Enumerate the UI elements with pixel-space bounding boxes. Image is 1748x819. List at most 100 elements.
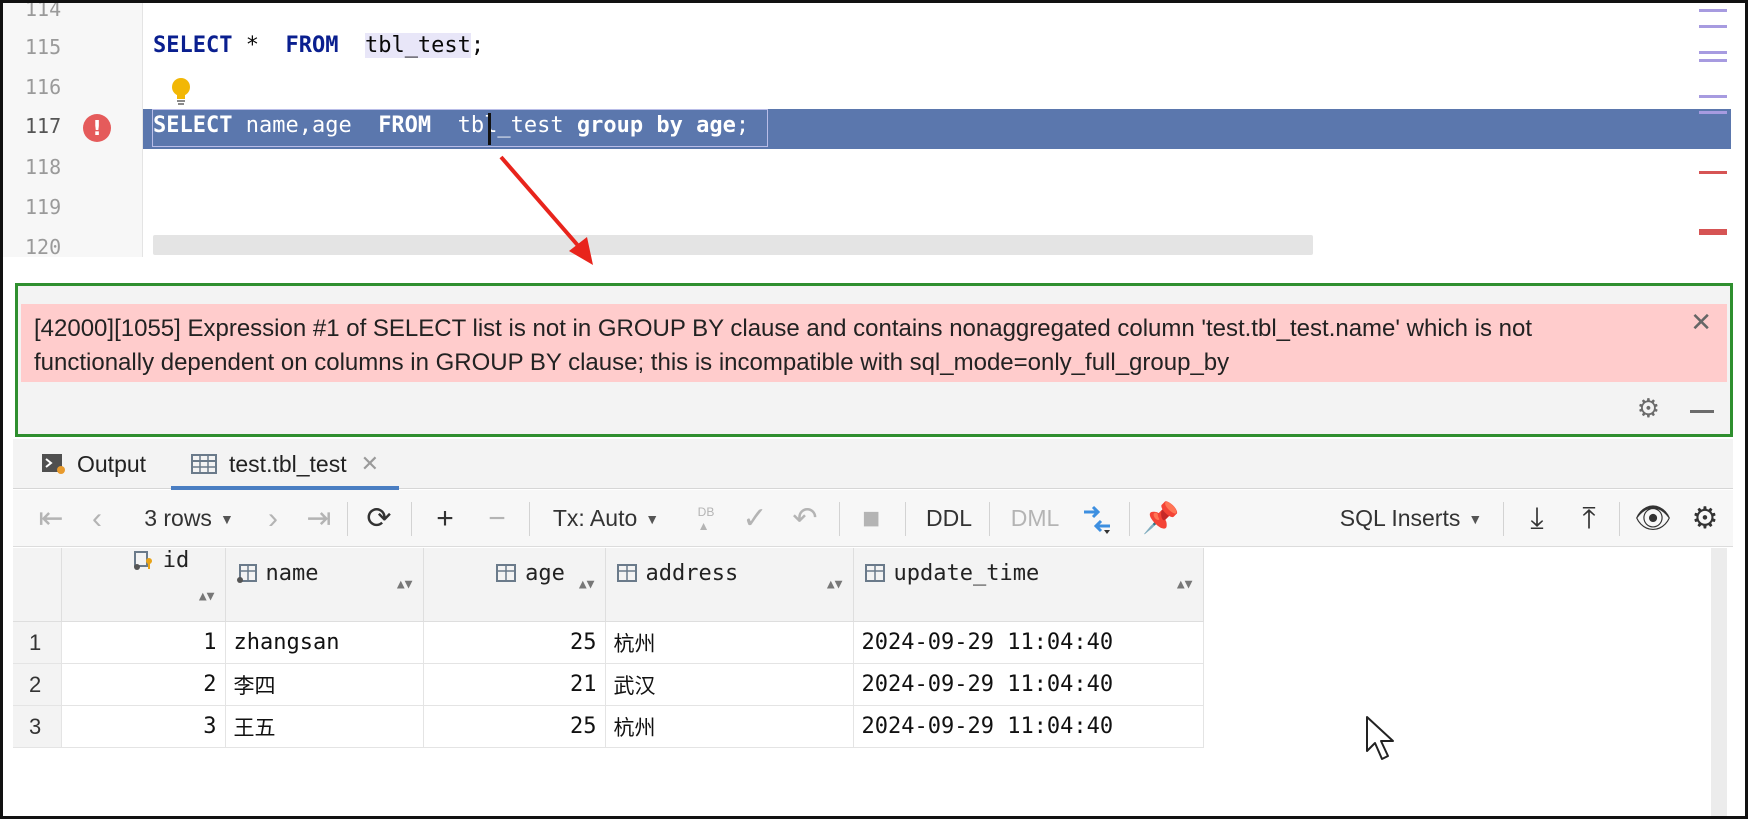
bulb-icon[interactable] — [168, 76, 194, 106]
sql-editor[interactable]: 114 115 116 117 118 119 120 ! SELECT * F… — [3, 3, 1745, 259]
cell-id[interactable]: 2 — [61, 663, 226, 706]
code-text: name,age — [232, 113, 379, 138]
column-name: name — [265, 560, 319, 586]
sql-keyword: FROM — [285, 33, 339, 58]
column-header-update-time[interactable]: update_time ▲▼ — [853, 548, 1204, 622]
sort-icon[interactable]: ▲▼ — [199, 573, 215, 621]
ide-window: 114 115 116 117 118 119 120 ! SELECT * F… — [0, 0, 1748, 819]
first-page-icon[interactable]: ⇤ — [33, 490, 69, 547]
sql-keyword: FROM — [378, 113, 432, 138]
result-tabs: Output test.tbl_test ✕ — [13, 439, 1733, 490]
dml-button[interactable]: DML — [1003, 490, 1067, 547]
sort-icon[interactable]: ▲▼ — [397, 561, 413, 609]
code-line-117[interactable]: SELECT name,age FROM tbl_test group by a… — [153, 113, 749, 138]
result-grid[interactable]: id ▲▼ name ▲▼ age ▲▼ address ▲▼ update_t… — [13, 548, 1715, 816]
cell-age[interactable]: 25 — [423, 621, 606, 664]
table-row[interactable]: 3 3 王五 25 杭州 2024-09-29 11:04:40 — [13, 705, 1204, 748]
column-header-id[interactable]: id ▲▼ — [61, 548, 226, 622]
cell-name[interactable]: zhangsan — [225, 621, 424, 664]
column-name: age — [525, 560, 565, 586]
compare-arrows-icon — [1084, 505, 1110, 534]
cell-update-time[interactable]: 2024-09-29 11:04:40 — [853, 621, 1204, 664]
close-icon[interactable]: ✕ — [1690, 310, 1712, 336]
sort-icon[interactable]: ▲▼ — [579, 561, 595, 609]
cell-name[interactable]: 王五 — [225, 705, 424, 748]
cell-age[interactable]: 25 — [423, 705, 606, 748]
tab-output[interactable]: Output — [41, 439, 146, 489]
line-number: 116 — [25, 75, 62, 99]
cell-id[interactable]: 3 — [61, 705, 226, 748]
close-icon[interactable]: ✕ — [361, 451, 379, 477]
code-text: ; — [735, 113, 750, 138]
row-number: 2 — [13, 663, 62, 706]
sort-icon[interactable]: ▲▼ — [1177, 561, 1193, 609]
sort-icon[interactable]: ▲▼ — [827, 561, 843, 609]
ddl-button[interactable]: DDL — [917, 490, 981, 547]
column-name: update_time — [893, 560, 1040, 586]
error-icon[interactable]: ! — [83, 114, 111, 142]
cell-id[interactable]: 1 — [61, 621, 226, 664]
table-row[interactable]: 2 2 李四 21 武汉 2024-09-29 11:04:40 — [13, 663, 1204, 706]
toolbar-separator — [347, 502, 348, 536]
marker — [1699, 111, 1727, 114]
cell-update-time[interactable]: 2024-09-29 11:04:40 — [853, 663, 1204, 706]
compare-icon[interactable] — [1075, 490, 1119, 547]
horizontal-scrollbar[interactable] — [153, 235, 1313, 255]
row-number-header — [13, 548, 62, 622]
settings-icon[interactable]: ⚙ — [1683, 490, 1727, 547]
cell-address[interactable]: 杭州 — [605, 705, 854, 748]
tab-label: test.tbl_test — [229, 450, 347, 477]
table-row[interactable]: 1 1 zhangsan 25 杭州 2024-09-29 11:04:40 — [13, 621, 1204, 664]
refresh-icon[interactable]: ⟳ — [359, 490, 399, 547]
cell-address[interactable]: 杭州 — [605, 621, 854, 664]
last-page-icon[interactable]: ⇥ — [301, 490, 337, 547]
eye-icon[interactable]: 👁 — [1631, 490, 1675, 547]
add-row-icon[interactable]: + — [425, 490, 465, 547]
marker — [1699, 51, 1727, 54]
cell-address[interactable]: 武汉 — [605, 663, 854, 706]
toolbar-separator — [411, 502, 412, 536]
result-toolbar: ⇤ ‹ 3 rows ▼ › ⇥ ⟳ + − Tx: Auto ▼ DB ▲ ✓ ↶ … — [13, 490, 1733, 547]
next-page-icon[interactable]: › — [255, 490, 291, 547]
cell-name[interactable]: 李四 — [225, 663, 424, 706]
download-icon[interactable]: ⤓ — [1517, 490, 1557, 547]
sql-keyword: SELECT — [153, 113, 233, 138]
row-number: 1 — [13, 621, 62, 664]
table-identifier: tbl_test — [364, 33, 471, 58]
marker — [1699, 95, 1727, 98]
format-dropdown[interactable]: SQL Inserts ▼ — [1331, 490, 1491, 547]
column-header-address[interactable]: address ▲▼ — [605, 548, 854, 622]
commit-icon[interactable]: ✓ — [735, 490, 775, 547]
pin-icon[interactable]: 📌 — [1141, 490, 1181, 547]
marker — [1699, 9, 1727, 12]
code-line-115[interactable]: SELECT * FROM tbl_test; — [153, 33, 484, 58]
scrollbar-markers[interactable] — [1699, 3, 1727, 257]
tx-mode-dropdown[interactable]: Tx: Auto ▼ — [543, 490, 669, 547]
format-label: SQL Inserts — [1339, 505, 1461, 531]
minimize-icon[interactable] — [1690, 410, 1714, 413]
vertical-scrollbar[interactable] — [1711, 548, 1727, 816]
prev-page-icon[interactable]: ‹ — [79, 490, 115, 547]
line-number: 120 — [25, 235, 62, 259]
chevron-down-icon: ▼ — [645, 510, 660, 527]
column-header-age[interactable]: age ▲▼ — [423, 548, 606, 622]
stop-icon[interactable]: ■ — [851, 490, 891, 547]
rows-dropdown[interactable]: 3 rows ▼ — [129, 490, 249, 547]
column-header-name[interactable]: name ▲▼ — [225, 548, 424, 622]
error-text: [42000][1055] Expression #1 of SELECT li… — [34, 315, 1533, 376]
data-table: id ▲▼ name ▲▼ age ▲▼ address ▲▼ update_t… — [13, 548, 1204, 748]
delete-row-icon[interactable]: − — [477, 490, 517, 547]
header-row: id ▲▼ name ▲▼ age ▲▼ address ▲▼ update_t… — [13, 548, 1204, 622]
upload-icon[interactable]: ⤒ — [1569, 490, 1609, 547]
rollback-icon[interactable]: ↶ — [785, 490, 825, 547]
rows-label: 3 rows — [144, 505, 212, 531]
db-submit-icon[interactable]: DB ▲ — [689, 490, 723, 547]
cell-age[interactable]: 21 — [423, 663, 606, 706]
gear-icon[interactable]: ⚙ — [1637, 396, 1660, 422]
toolbar-separator — [989, 502, 990, 536]
toolbar-separator — [1503, 502, 1504, 536]
tab-result[interactable]: test.tbl_test ✕ — [171, 439, 400, 490]
marker — [1699, 59, 1727, 62]
cell-update-time[interactable]: 2024-09-29 11:04:40 — [853, 705, 1204, 748]
code-text: * — [232, 33, 286, 58]
